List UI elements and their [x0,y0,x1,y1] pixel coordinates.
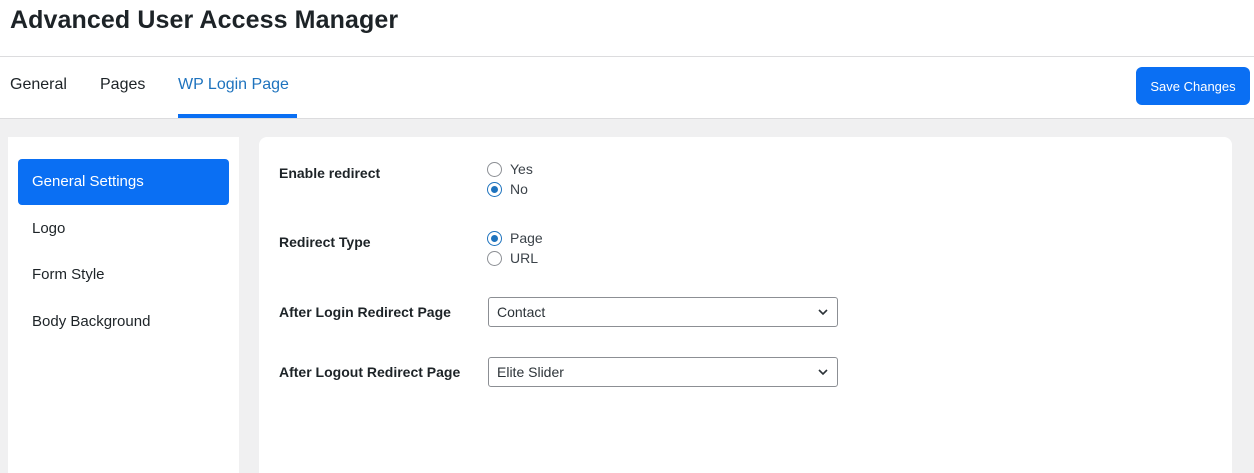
redirect-type-page-option[interactable]: Page [487,230,543,246]
settings-panel: Enable redirect Yes No Redirect Type Pag… [259,137,1232,473]
tab-wp-login-page[interactable]: WP Login Page [178,76,289,94]
header-divider [0,56,1254,57]
redirect-type-label: Redirect Type [279,234,371,250]
redirect-type-page-radio[interactable] [487,230,502,246]
radio-label: No [510,181,528,197]
enable-redirect-no-radio[interactable] [487,181,502,197]
redirect-type-url-option[interactable]: URL [487,250,538,266]
sidebar-item-body-background[interactable]: Body Background [18,299,229,345]
after-login-redirect-select[interactable]: Contact [488,297,838,327]
after-logout-redirect-select[interactable]: Elite Slider [488,357,838,387]
redirect-type-url-radio[interactable] [487,250,502,266]
enable-redirect-label: Enable redirect [279,165,381,181]
after-login-redirect-label: After Login Redirect Page [279,304,451,320]
app-title: Advanced User Access Manager [10,6,399,34]
enable-redirect-yes-option[interactable]: Yes [487,161,533,177]
sidebar-item-form-style[interactable]: Form Style [18,252,229,298]
after-logout-redirect-label: After Logout Redirect Page [279,364,461,380]
settings-sidebar: General Settings Logo Form Style Body Ba… [8,137,239,473]
sidebar-item-logo[interactable]: Logo [18,206,229,252]
save-changes-button[interactable]: Save Changes [1136,67,1250,105]
enable-redirect-yes-radio[interactable] [487,161,502,177]
radio-label: Yes [510,161,533,177]
chevron-down-icon [818,369,828,376]
tab-pages[interactable]: Pages [100,76,145,94]
radio-label: URL [510,250,539,266]
chevron-down-icon [818,309,828,316]
tabs-divider [0,118,1254,119]
enable-redirect-no-option[interactable]: No [487,181,528,197]
page-header: Advanced User Access Manager General Pag… [0,0,1254,119]
tab-general[interactable]: General [10,76,67,94]
selected-value: Elite Slider [497,364,564,380]
selected-value: Contact [497,304,546,320]
sidebar-item-general-settings[interactable]: General Settings [18,159,229,205]
radio-label: Page [510,230,543,246]
